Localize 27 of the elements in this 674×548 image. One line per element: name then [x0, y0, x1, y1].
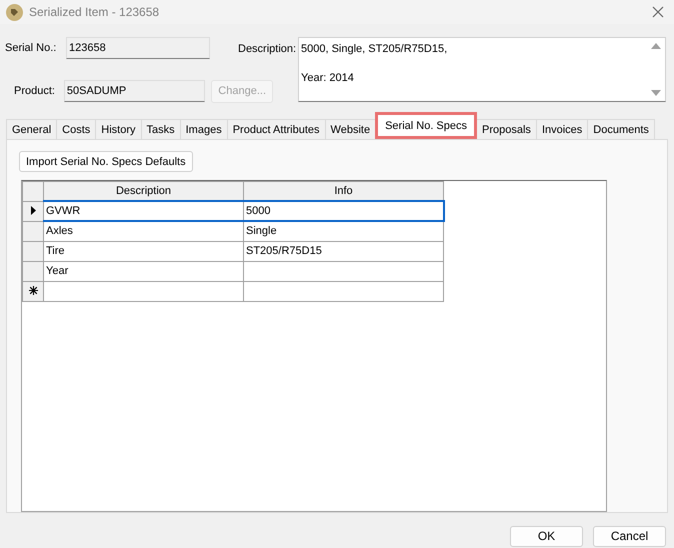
product-field[interactable]: 50SADUMP — [64, 80, 206, 102]
field-label: Description: — [238, 42, 298, 57]
tab[interactable]: Proposals — [476, 118, 537, 138]
window-title: Serialized Item - 123658 — [29, 4, 160, 21]
table-cell[interactable]: Axles — [44, 221, 244, 241]
tab[interactable]: History — [95, 118, 142, 138]
field-label: Serial No.: — [5, 40, 58, 56]
tab[interactable]: General — [6, 118, 58, 138]
table-cell[interactable]: Tire — [44, 241, 244, 261]
table-cell[interactable]: 5000 — [244, 201, 444, 221]
table-cell[interactable]: ST205/R75D15 — [244, 241, 444, 261]
column-header: Info — [244, 181, 444, 201]
description-line: Year: 2014 — [301, 70, 355, 86]
tab[interactable]: Serial No. Specs — [375, 112, 478, 138]
tab[interactable]: Images — [180, 118, 228, 138]
description-line: 5000, Single, ST205/R75D15, — [301, 42, 448, 57]
import-button[interactable]: Import Serial No. Specs Defaults — [19, 150, 193, 172]
table-cell[interactable]: Single — [244, 221, 444, 241]
tab[interactable]: Documents — [587, 118, 655, 138]
description-field[interactable]: 5000, Single, ST205/R75D15, Year: 2014 — [298, 37, 666, 102]
ok-button[interactable]: OK — [510, 526, 583, 546]
table-cell[interactable]: GVWR — [44, 201, 244, 221]
serial-field[interactable]: 123658 — [66, 37, 210, 59]
field-label: Product: — [14, 84, 56, 99]
table-cell[interactable]: Year — [44, 261, 244, 281]
cancel-button[interactable]: Cancel — [593, 526, 666, 546]
column-header: Description — [44, 181, 244, 201]
